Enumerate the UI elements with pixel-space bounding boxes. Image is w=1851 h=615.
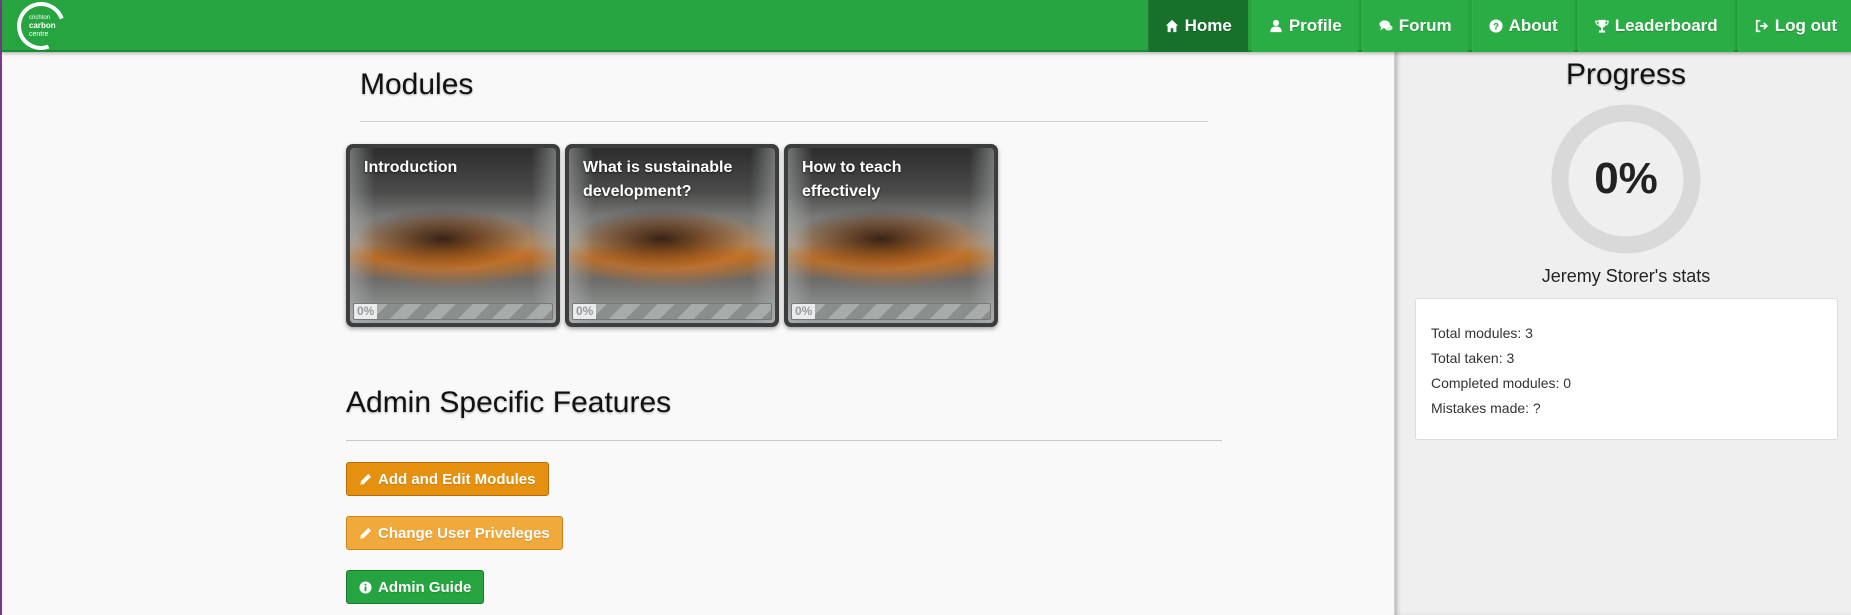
nav-home[interactable]: Home (1147, 0, 1248, 52)
admin-features-heading: Admin Specific Features (346, 386, 672, 419)
add-edit-modules-button[interactable]: Add and Edit Modules (346, 462, 549, 496)
svg-text:?: ? (1493, 22, 1499, 33)
module-card-sustainable-development[interactable]: What is sustainable development? 0% (565, 144, 779, 327)
user-icon (1269, 19, 1283, 33)
modules-divider (360, 121, 1208, 122)
logout-icon (1755, 19, 1769, 33)
module-image: What is sustainable development? 0% (569, 148, 775, 323)
home-icon (1165, 19, 1179, 33)
progress-ring: 0% (1551, 104, 1701, 254)
stat-total-taken: Total taken: 3 (1431, 350, 1515, 366)
top-navbar: crichton carbon centre Home Profile Foru… (2, 0, 1851, 58)
progress-heading: Progress (1565, 58, 1687, 91)
nav-profile[interactable]: Profile (1251, 0, 1358, 52)
admin-guide-label: Admin Guide (378, 578, 472, 596)
nav-leaderboard-label: Leaderboard (1614, 16, 1718, 35)
pencil-icon (359, 473, 372, 486)
add-edit-modules-label: Add and Edit Modules (378, 470, 536, 488)
progress-sidebar: Progress 0% Jeremy Storer's stats Total … (1394, 52, 1851, 615)
module-image: How to teach effectively 0% (788, 148, 994, 323)
nav-forum[interactable]: Forum (1361, 0, 1468, 52)
progress-percent: 0% (1594, 154, 1658, 203)
module-image: Introduction 0% (350, 148, 556, 323)
module-progress-label: 0% (792, 304, 816, 319)
nav-profile-label: Profile (1288, 16, 1342, 35)
nav-about-label: About (1508, 16, 1558, 35)
stat-completed-modules: Completed modules: 0 (1431, 375, 1572, 391)
user-stats-heading: Jeremy Storer's stats (1541, 266, 1711, 286)
module-progress-bar: 0% (353, 303, 553, 320)
change-user-privileges-label: Change User Priveleges (378, 524, 550, 542)
nav-menu: Home Profile Forum ? About Leaderboard L… (1144, 0, 1851, 52)
stat-mistakes-made: Mistakes made: ? (1431, 400, 1541, 416)
crichton-carbon-centre-logo[interactable]: crichton carbon centre (9, 0, 73, 58)
question-circle-icon: ? (1489, 19, 1503, 33)
modules-heading: Modules (360, 68, 474, 101)
comments-icon (1379, 19, 1393, 33)
nav-logout-label: Log out (1774, 16, 1837, 35)
module-card-teach-effectively[interactable]: How to teach effectively 0% (784, 144, 998, 327)
main-content: Modules Introduction 0% What is sustaina… (2, 52, 1394, 615)
nav-forum-label: Forum (1398, 16, 1452, 35)
module-progress-label: 0% (354, 304, 378, 319)
stat-total-modules: Total modules: 3 (1431, 325, 1533, 341)
module-title: What is sustainable development? (583, 159, 733, 200)
change-user-privileges-button[interactable]: Change User Priveleges (346, 516, 563, 550)
module-progress-bar: 0% (791, 303, 991, 320)
pencil-icon (359, 527, 372, 540)
info-circle-icon (359, 580, 372, 594)
module-progress-label: 0% (573, 304, 597, 319)
nav-about[interactable]: ? About (1471, 0, 1574, 52)
module-progress-bar: 0% (572, 303, 772, 320)
admin-guide-button[interactable]: Admin Guide (346, 570, 485, 604)
logo-text-line2: carbon (29, 21, 56, 30)
module-title: How to teach effectively (802, 159, 902, 200)
logo-text-line3: centre (29, 31, 49, 38)
module-card-introduction[interactable]: Introduction 0% (346, 144, 560, 327)
module-title: Introduction (364, 159, 458, 176)
nav-logout[interactable]: Log out (1737, 0, 1851, 52)
stats-panel: Total modules: 3 Total taken: 3 Complete… (1415, 298, 1838, 440)
nav-leaderboard[interactable]: Leaderboard (1577, 0, 1734, 52)
admin-divider (346, 440, 1222, 441)
nav-home-label: Home (1184, 16, 1232, 35)
trophy-icon (1594, 19, 1609, 33)
